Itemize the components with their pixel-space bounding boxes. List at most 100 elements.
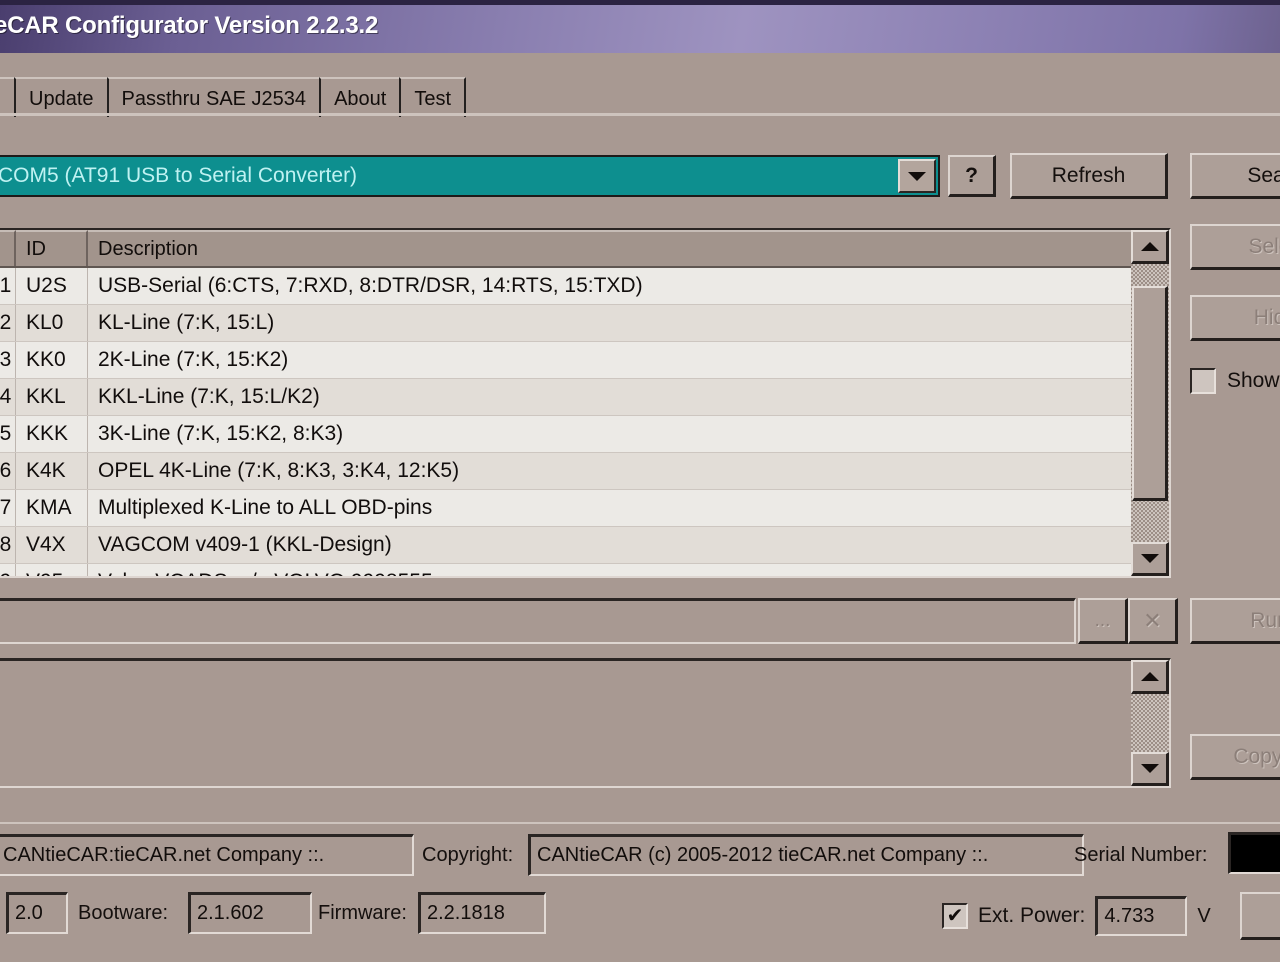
ext-power-checkbox[interactable]: ✔ bbox=[942, 903, 968, 929]
file-path-input[interactable] bbox=[0, 598, 1076, 644]
tab-passthru-sae-j2534[interactable]: Passthru SAE J2534 bbox=[106, 77, 320, 117]
run-button[interactable]: Run bbox=[1190, 598, 1280, 644]
tab-about[interactable]: About bbox=[319, 77, 400, 117]
scrollbar-thumb[interactable] bbox=[1132, 286, 1168, 501]
hardware-version-field[interactable]: 2.0 bbox=[6, 892, 68, 934]
triangle-up-icon[interactable] bbox=[1131, 230, 1169, 264]
serial-number-field[interactable] bbox=[1228, 832, 1280, 874]
show-checkbox-label: Show bbox=[1227, 369, 1280, 392]
cell-id: V4X bbox=[16, 527, 88, 563]
cell-description: 2K-Line (7:K, 15:K2) bbox=[98, 348, 289, 371]
tab-list: Update Passthru SAE J2534 About Test bbox=[0, 73, 467, 117]
tab-clipped[interactable] bbox=[0, 77, 14, 117]
cell-index: 05 bbox=[0, 416, 16, 452]
cell-description: VAGCOM v409-1 (KKL-Design) bbox=[98, 533, 392, 556]
triangle-down-icon[interactable] bbox=[1131, 542, 1169, 576]
cell-index: 09 bbox=[0, 564, 16, 576]
log-output[interactable] bbox=[0, 658, 1171, 788]
clear-button[interactable]: ✕ bbox=[1128, 598, 1178, 644]
tab-test[interactable]: Test bbox=[399, 77, 467, 117]
caret-up-shape bbox=[1140, 242, 1159, 251]
table-row[interactable]: 06 K4K OPEL 4K-Line (7:K, 8:K3, 3:K4, 12… bbox=[0, 453, 1169, 490]
firmware-label: Firmware: bbox=[318, 902, 407, 924]
column-header-index[interactable] bbox=[0, 230, 16, 266]
bottom-right-button[interactable] bbox=[1240, 892, 1280, 940]
cell-index: 02 bbox=[0, 305, 16, 341]
table-row[interactable]: 04 KKL KKL-Line (7:K, 15:L/K2) bbox=[0, 379, 1169, 416]
caret-down-shape bbox=[1140, 764, 1159, 773]
copyright-field[interactable]: CANtieCAR (c) 2005-2012 tieCAR.net Compa… bbox=[528, 834, 1084, 876]
hide-button[interactable]: Hid bbox=[1190, 295, 1280, 341]
triangle-up-icon[interactable] bbox=[1131, 660, 1169, 694]
cell-description: KL-Line (7:K, 15:L) bbox=[98, 311, 275, 334]
table-row[interactable]: 08 V4X VAGCOM v409-1 (KKL-Design) bbox=[0, 527, 1169, 564]
column-header-description[interactable]: Description bbox=[88, 230, 1169, 266]
company-field[interactable]: CANtieCAR:tieCAR.net Company ::. bbox=[0, 834, 414, 876]
bootware-label: Bootware: bbox=[78, 902, 169, 924]
table-row[interactable]: 09 V95 Volvo VCADS; p/n VOLVO 9998555 bbox=[0, 564, 1169, 576]
table-row[interactable]: 02 KL0 KL-Line (7:K, 15:L) bbox=[0, 305, 1169, 342]
column-header-id[interactable]: ID bbox=[16, 230, 88, 266]
com-port-combobox[interactable]: COM5 (AT91 USB to Serial Converter) bbox=[0, 155, 940, 197]
cell-description: Multiplexed K-Line to ALL OBD-pins bbox=[98, 496, 433, 519]
table-row[interactable]: 05 KKK 3K-Line (7:K, 15:K2, 8:K3) bbox=[0, 416, 1169, 453]
cell-id: U2S bbox=[16, 268, 88, 304]
caret-down-shape bbox=[908, 171, 926, 181]
table-row[interactable]: 03 KK0 2K-Line (7:K, 15:K2) bbox=[0, 342, 1169, 379]
tab-strip: Update Passthru SAE J2534 About Test bbox=[0, 53, 1280, 177]
caret-up-shape bbox=[1140, 672, 1159, 681]
cell-index: 03 bbox=[0, 342, 16, 378]
cell-id: KMA bbox=[16, 490, 88, 526]
title-bar: eCAR Configurator Version 2.2.3.2 bbox=[0, 0, 1280, 53]
cell-index: 07 bbox=[0, 490, 16, 526]
cell-description: KKL-Line (7:K, 15:L/K2) bbox=[98, 385, 320, 408]
tab-underline bbox=[0, 113, 1280, 116]
main-panel: COM5 (AT91 USB to Serial Converter) ? Re… bbox=[0, 128, 1280, 828]
show-checkbox[interactable] bbox=[1190, 368, 1216, 394]
cell-index: 04 bbox=[0, 379, 16, 415]
list-scrollbar[interactable] bbox=[1131, 230, 1169, 576]
cell-description: 3K-Line (7:K, 15:K2, 8:K3) bbox=[98, 422, 344, 445]
table-row[interactable]: 01 U2S USB-Serial (6:CTS, 7:RXD, 8:DTR/D… bbox=[0, 268, 1169, 305]
log-scrollbar[interactable] bbox=[1131, 660, 1169, 786]
cell-id: V95 bbox=[16, 564, 88, 576]
select-button[interactable]: Sele bbox=[1190, 224, 1280, 270]
show-checkbox-row[interactable]: Show bbox=[1190, 368, 1280, 394]
caret-down-shape bbox=[1140, 554, 1159, 563]
ext-power-voltage-field[interactable]: 4.733 bbox=[1095, 896, 1188, 936]
ext-power-row: ✔ Ext. Power: 4.733 V bbox=[942, 896, 1211, 936]
title-bar-top-edge bbox=[0, 0, 1280, 5]
list-header-row: ID Description bbox=[0, 230, 1169, 268]
cell-id: KKL bbox=[16, 379, 88, 415]
serial-number-label: Serial Number: bbox=[1074, 844, 1208, 866]
browse-button[interactable]: ... bbox=[1078, 598, 1128, 644]
copy-to-button[interactable]: Copy to bbox=[1190, 734, 1280, 780]
window-title: eCAR Configurator Version 2.2.3.2 bbox=[0, 12, 379, 39]
voltage-unit-label: V bbox=[1197, 904, 1211, 927]
firmware-field[interactable]: 2.2.1818 bbox=[418, 892, 546, 934]
help-button[interactable]: ? bbox=[948, 155, 996, 197]
tab-update[interactable]: Update bbox=[14, 77, 107, 117]
list-body: 01 U2S USB-Serial (6:CTS, 7:RXD, 8:DTR/D… bbox=[0, 268, 1169, 576]
bootware-field[interactable]: 2.1.602 bbox=[188, 892, 312, 934]
cell-id: KL0 bbox=[16, 305, 88, 341]
ext-power-label: Ext. Power: bbox=[978, 904, 1086, 927]
cell-description: Volvo VCADS; p/n VOLVO 9998555 bbox=[88, 564, 1169, 576]
search-button[interactable]: Sear bbox=[1190, 153, 1280, 199]
cell-index: 06 bbox=[0, 453, 16, 489]
table-row[interactable]: 07 KMA Multiplexed K-Line to ALL OBD-pin… bbox=[0, 490, 1169, 527]
cell-id: KK0 bbox=[16, 342, 88, 378]
com-port-value: COM5 (AT91 USB to Serial Converter) bbox=[0, 164, 358, 187]
chevron-down-icon[interactable] bbox=[898, 159, 936, 193]
refresh-button[interactable]: Refresh bbox=[1010, 153, 1168, 199]
adapter-list[interactable]: ID Description 01 U2S USB-Serial (6:CTS,… bbox=[0, 228, 1171, 578]
cell-index: 08 bbox=[0, 527, 16, 563]
triangle-down-icon[interactable] bbox=[1131, 752, 1169, 786]
cell-id: KKK bbox=[16, 416, 88, 452]
cell-description: OPEL 4K-Line (7:K, 8:K3, 3:K4, 12:K5) bbox=[98, 459, 460, 482]
copyright-label: Copyright: bbox=[422, 844, 514, 866]
status-bar: CANtieCAR:tieCAR.net Company ::. Copyrig… bbox=[0, 822, 1280, 962]
cell-index: 01 bbox=[0, 268, 16, 304]
cell-description: USB-Serial (6:CTS, 7:RXD, 8:DTR/DSR, 14:… bbox=[98, 274, 643, 297]
application-window: eCAR Configurator Version 2.2.3.2 Update… bbox=[0, 0, 1280, 962]
